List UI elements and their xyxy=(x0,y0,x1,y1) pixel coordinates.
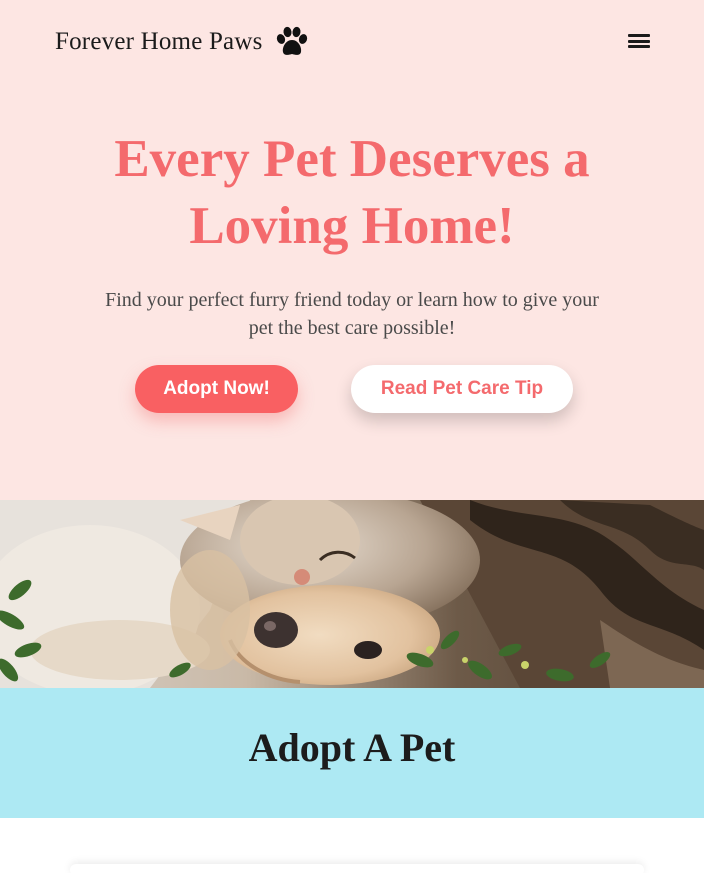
menu-bar xyxy=(628,45,650,48)
adopt-now-button[interactable]: Adopt Now! xyxy=(135,365,298,413)
menu-bar xyxy=(628,34,650,37)
adopt-section-title: Adopt A Pet xyxy=(248,725,456,770)
paw-icon xyxy=(275,26,309,58)
brand-name[interactable]: Forever Home Paws xyxy=(55,28,263,56)
hero-subtitle: Find your perfect furry friend today or … xyxy=(105,289,599,339)
hero-title: Every Pet Deserves a Loving Home! xyxy=(114,130,590,255)
pet-card xyxy=(70,864,644,873)
hamburger-menu-icon[interactable] xyxy=(627,31,651,51)
menu-bar xyxy=(628,39,650,43)
read-pet-care-tip-button[interactable]: Read Pet Care Tip xyxy=(351,365,573,413)
adopt-section: Adopt A Pet xyxy=(0,688,704,818)
hero-header: Forever Home Paws Every Pet Deserves a L… xyxy=(0,0,704,500)
brand[interactable]: Forever Home Paws xyxy=(55,26,309,58)
hero-photo xyxy=(0,500,704,688)
